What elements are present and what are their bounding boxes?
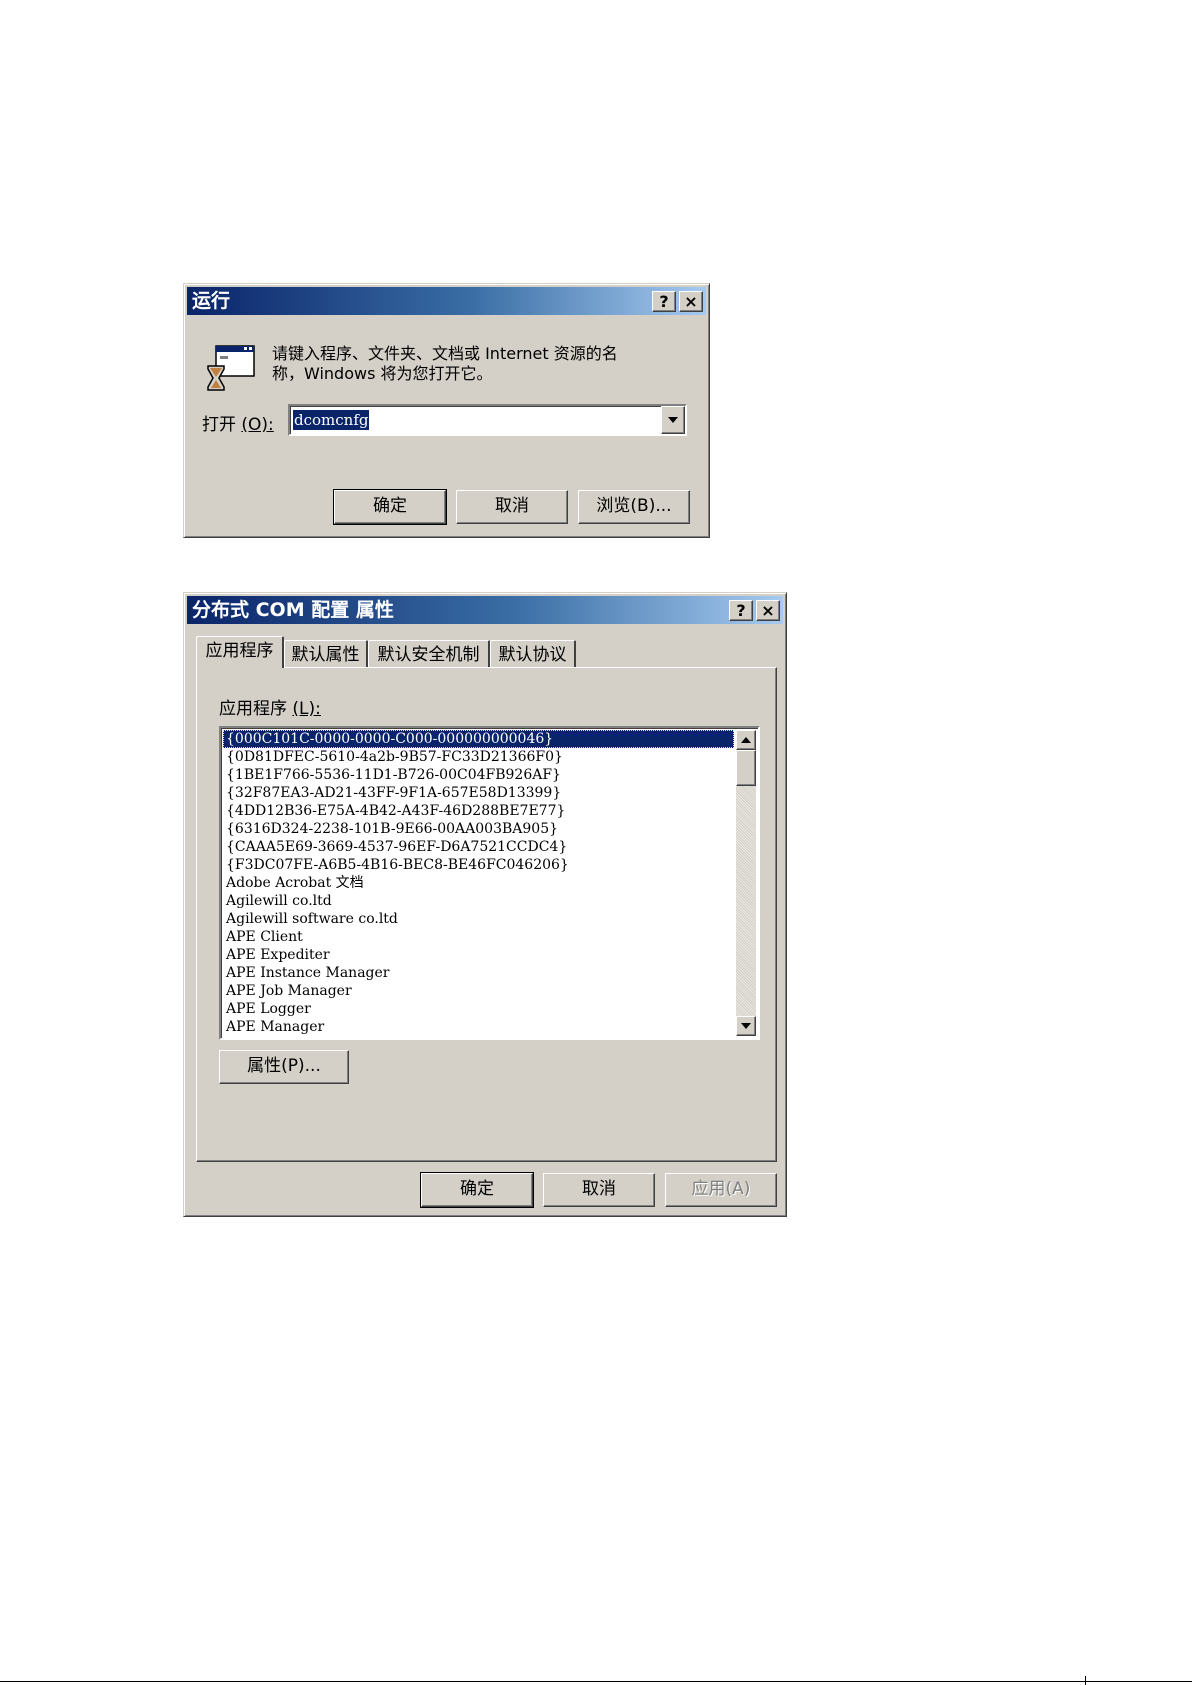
run-browse-button[interactable]: 浏览(B)... xyxy=(578,490,690,524)
run-dialog-titlebar[interactable]: 运行 ? × xyxy=(187,287,706,315)
page-footer-rule xyxy=(0,1681,1192,1682)
list-item[interactable]: APE Logger xyxy=(223,1000,734,1018)
dcom-ok-button[interactable]: 确定 xyxy=(420,1172,534,1208)
run-dialog: 运行 ? × 请键入程序、文件夹、文档或 Internet 资源的名 称，Win… xyxy=(183,283,710,538)
list-item[interactable]: {F3DC07FE-A6B5-4B16-BEC8-BE46FC046206} xyxy=(223,856,734,874)
run-cancel-button[interactable]: 取消 xyxy=(456,490,568,524)
page-footer-rule-divider xyxy=(1085,1676,1086,1685)
arrow-up-icon xyxy=(741,737,751,743)
open-dropdown-button[interactable] xyxy=(661,406,685,434)
list-item[interactable]: Agilewill co.ltd xyxy=(223,892,734,910)
tab-default-security[interactable]: 默认安全机制 xyxy=(368,640,490,668)
list-item[interactable]: APE Expediter xyxy=(223,946,734,964)
applications-list-label-hotkey: (L): xyxy=(292,699,321,719)
list-item[interactable]: {6316D324-2238-101B-9E66-00AA003BA905} xyxy=(223,820,734,838)
properties-button[interactable]: 属性(P)... xyxy=(219,1050,349,1084)
dcom-apply-button: 应用(A) xyxy=(665,1173,777,1207)
tab-default-properties[interactable]: 默认属性 xyxy=(284,640,368,668)
open-label-hotkey: (O): xyxy=(241,415,274,435)
close-button[interactable]: × xyxy=(679,291,703,312)
open-combobox[interactable]: dcomcnfg xyxy=(288,404,687,436)
open-label: 打开 (O): xyxy=(202,410,274,435)
scroll-thumb[interactable] xyxy=(736,750,756,786)
dcom-config-dialog: 分布式 COM 配置 属性 ? × 应用程序 默认属性 默认安全机制 默认协议 … xyxy=(183,592,787,1217)
tab-applications[interactable]: 应用程序 xyxy=(196,636,284,668)
help-button[interactable]: ? xyxy=(729,600,753,621)
list-item[interactable]: Adobe Acrobat 文档 xyxy=(223,874,734,892)
applications-scrollbar[interactable] xyxy=(736,730,756,1036)
run-prompt-line2: 称，Windows 将为您打开它。 xyxy=(272,364,493,383)
dcom-dialog-titlebar[interactable]: 分布式 COM 配置 属性 ? × xyxy=(187,596,783,624)
run-prompt-line1: 请键入程序、文件夹、文档或 Internet 资源的名 xyxy=(272,344,618,363)
run-program-icon xyxy=(204,344,256,396)
applications-list-label-text: 应用程序 xyxy=(219,699,287,719)
scroll-up-button[interactable] xyxy=(736,730,756,750)
close-button[interactable]: × xyxy=(756,600,780,621)
list-item[interactable]: {CAAA5E69-3669-4537-96EF-D6A7521CCDC4} xyxy=(223,838,734,856)
chevron-down-icon xyxy=(668,417,678,423)
applications-listbox[interactable]: {000C101C-0000-0000-C000-000000000046} {0… xyxy=(219,726,760,1040)
list-item[interactable]: {32F87EA3-AD21-43FF-9F1A-657E58D13399} xyxy=(223,784,734,802)
list-item[interactable]: APE Client xyxy=(223,928,734,946)
applications-tab-panel: 应用程序 (L): {000C101C-0000-0000-C000-00000… xyxy=(196,667,777,1162)
scroll-down-button[interactable] xyxy=(736,1016,756,1036)
list-item[interactable]: {0D81DFEC-5610-4a2b-9B57-FC33D21366F0} xyxy=(223,748,734,766)
list-item[interactable]: APE Manager xyxy=(223,1018,734,1036)
tab-default-protocols[interactable]: 默认协议 xyxy=(490,640,576,668)
run-dialog-title: 运行 xyxy=(192,290,231,312)
help-button[interactable]: ? xyxy=(652,291,676,312)
open-label-text: 打开 xyxy=(202,415,236,435)
dcom-cancel-button[interactable]: 取消 xyxy=(543,1173,655,1207)
applications-list[interactable]: {000C101C-0000-0000-C000-000000000046} {0… xyxy=(223,730,734,1036)
list-item[interactable]: {1BE1F766-5536-11D1-B726-00C04FB926AF} xyxy=(223,766,734,784)
list-item[interactable]: APE Job Manager xyxy=(223,982,734,1000)
dcom-dialog-title: 分布式 COM 配置 属性 xyxy=(192,599,394,621)
list-item[interactable]: APE Instance Manager xyxy=(223,964,734,982)
applications-list-label: 应用程序 (L): xyxy=(219,694,321,719)
run-ok-button[interactable]: 确定 xyxy=(333,489,447,525)
arrow-down-icon xyxy=(741,1023,751,1029)
list-item[interactable]: Agilewill software co.ltd xyxy=(223,910,734,928)
open-input[interactable]: dcomcnfg xyxy=(293,410,370,430)
list-item[interactable]: {000C101C-0000-0000-C000-000000000046} xyxy=(223,730,734,748)
list-item[interactable]: {4DD12B36-E75A-4B42-A43F-46D288BE7E77} xyxy=(223,802,734,820)
